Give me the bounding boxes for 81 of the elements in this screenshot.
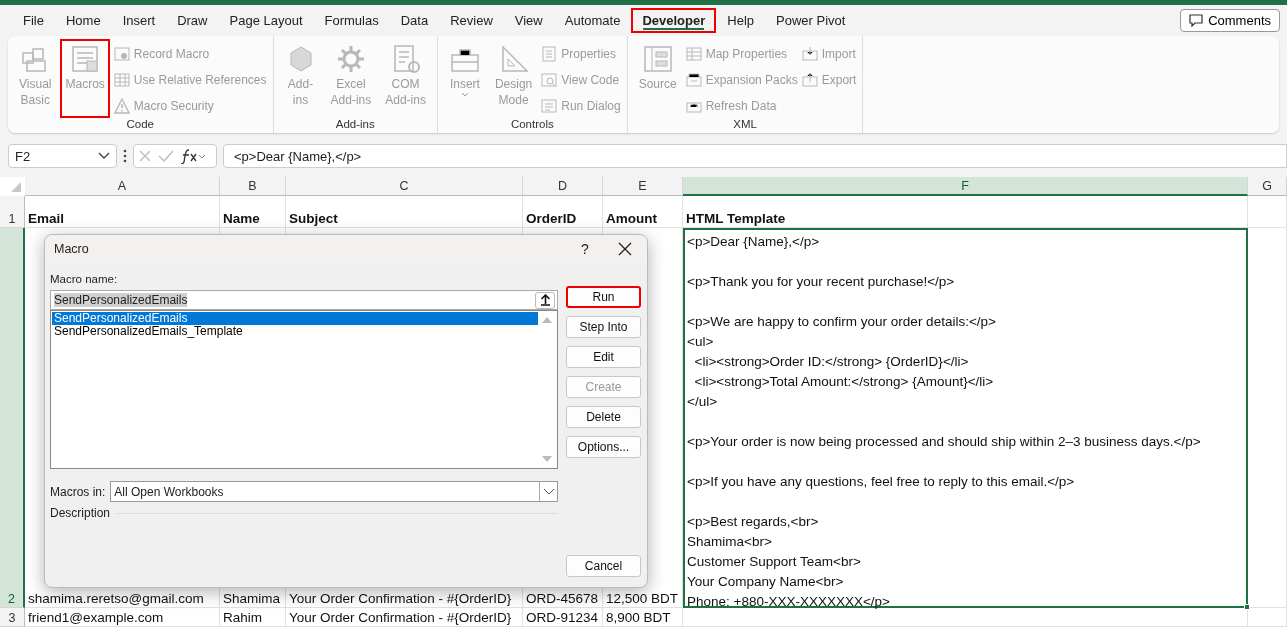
- ribbon-tab[interactable]: Data: [389, 8, 440, 33]
- table-cell: OrderID: [523, 196, 603, 228]
- formula-field[interactable]: <p>Dear {Name},</p>: [223, 144, 1287, 168]
- export-icon: [801, 72, 818, 88]
- group-label: Controls: [509, 118, 555, 132]
- close-icon[interactable]: [618, 242, 632, 256]
- table-cell: friend1@example.com: [25, 608, 220, 627]
- ribbon-tab[interactable]: Page Layout: [218, 8, 314, 33]
- map-icon: [685, 46, 702, 62]
- dialog-button[interactable]: Options...: [566, 436, 641, 458]
- column-header[interactable]: D: [523, 177, 603, 196]
- macros-in-dropdown[interactable]: All Open Workbooks: [110, 481, 558, 502]
- table-cell: 8,900 BDT: [603, 608, 683, 627]
- table-cell: Rahim: [220, 608, 286, 627]
- source-panel-icon: [641, 43, 674, 75]
- upload-button[interactable]: [535, 291, 555, 309]
- column-header[interactable]: G: [1248, 177, 1287, 196]
- import-icon: [801, 46, 818, 62]
- group-label: XML: [732, 118, 758, 132]
- cell-reference: F2: [15, 148, 31, 164]
- column-header[interactable]: C: [286, 177, 523, 196]
- dialog-button[interactable]: Run: [566, 286, 641, 308]
- comment-icon: [1189, 14, 1204, 27]
- field-value: SendPersonalizedEmails: [54, 293, 188, 307]
- table-cell: <p>Dear {Name},</p> <p>Thank you for your recent purchase!</p> <p>We are happy to confirm your order details:</p> <ul> <li><strong>Order ID:</strong> {OrderID}</li> <li><strong>Total Amount:</strong> {Amount}</li> </ul> <p>Your order is now being processed and should ship within 2–3 business days.</p> <p>If you have any questions, feel free to reply to this email.</p> <p>Best regards,<br> Shamima<br> Customer Support Team<br> Your Company Name<br> Phone: +880-XXX-XXXXXXX</p>: [683, 228, 1248, 608]
- table-cell: ORD-91234: [523, 608, 603, 627]
- ribbon-tab[interactable]: Formulas: [313, 8, 390, 33]
- column-header[interactable]: E: [603, 177, 683, 196]
- field-label: Macro name:: [50, 273, 119, 287]
- ribbon-tab[interactable]: Developer: [631, 8, 717, 33]
- dialog-button[interactable]: Delete: [566, 406, 641, 428]
- function-icon[interactable]: [180, 148, 206, 164]
- properties-icon: [541, 46, 558, 62]
- row-header[interactable]: 2: [0, 228, 25, 608]
- column-header[interactable]: F: [683, 177, 1248, 196]
- empty-cell: [1248, 608, 1287, 627]
- column-header[interactable]: B: [220, 177, 286, 196]
- empty-cell: [1248, 196, 1287, 228]
- table-cell: Email: [25, 196, 220, 228]
- table-cell: Amount: [603, 196, 683, 228]
- row-header[interactable]: 3: [0, 608, 25, 627]
- ribbon-tab[interactable]: View: [503, 8, 554, 33]
- comments-button[interactable]: Comments: [1180, 9, 1280, 32]
- ribbon-tab[interactable]: Insert: [111, 8, 167, 33]
- field-label: Macros in:: [50, 484, 106, 499]
- dropdown-icon: [542, 488, 555, 495]
- grid-icon: [113, 72, 130, 88]
- list-item[interactable]: SendPersonalizedEmails: [52, 312, 538, 325]
- warning-icon: [113, 98, 130, 114]
- ribbon-tab[interactable]: File: [12, 8, 55, 33]
- ribbon-tab[interactable]: Help: [716, 8, 766, 33]
- cancel-button[interactable]: Cancel: [566, 555, 641, 577]
- view-code-icon: [541, 72, 558, 88]
- macro-list[interactable]: SendPersonalizedEmails SendPersonalizedEmails_Template: [50, 310, 558, 469]
- group-label: Code: [125, 118, 155, 132]
- ribbon-tab[interactable]: Power Pivot: [765, 8, 857, 33]
- help-button[interactable]: ?: [567, 241, 603, 257]
- ribbon-tab[interactable]: Automate: [553, 8, 632, 33]
- more-icon[interactable]: [123, 149, 127, 163]
- dialog-button[interactable]: Edit: [566, 346, 641, 368]
- table-cell: Name: [220, 196, 286, 228]
- name-box[interactable]: F2: [8, 144, 117, 168]
- dialog-icon: [541, 98, 558, 114]
- record-icon: [113, 46, 130, 62]
- table-cell: Your Order Confirmation - #{OrderID}: [286, 608, 523, 627]
- section-label: Description: [50, 506, 111, 520]
- table-cell: Subject: [286, 196, 523, 228]
- row-header[interactable]: 1: [0, 196, 25, 228]
- check-icon[interactable]: [158, 149, 174, 163]
- up-arrow-icon: [539, 294, 551, 306]
- pack-icon: [685, 72, 702, 88]
- ribbon-tab[interactable]: Home: [54, 8, 112, 33]
- dialog-button[interactable]: Step Into: [566, 316, 641, 338]
- table-cell: HTML Template: [683, 196, 1248, 228]
- dialog-title: Macro: [54, 242, 90, 256]
- column-header[interactable]: A: [25, 177, 220, 196]
- ribbon-tab[interactable]: Draw: [166, 8, 219, 33]
- macro-name-field[interactable]: SendPersonalizedEmails: [50, 290, 558, 310]
- group-label: Add-ins: [334, 118, 376, 132]
- dropdown-icon[interactable]: [98, 152, 110, 160]
- ribbon-tab[interactable]: Review: [439, 8, 504, 33]
